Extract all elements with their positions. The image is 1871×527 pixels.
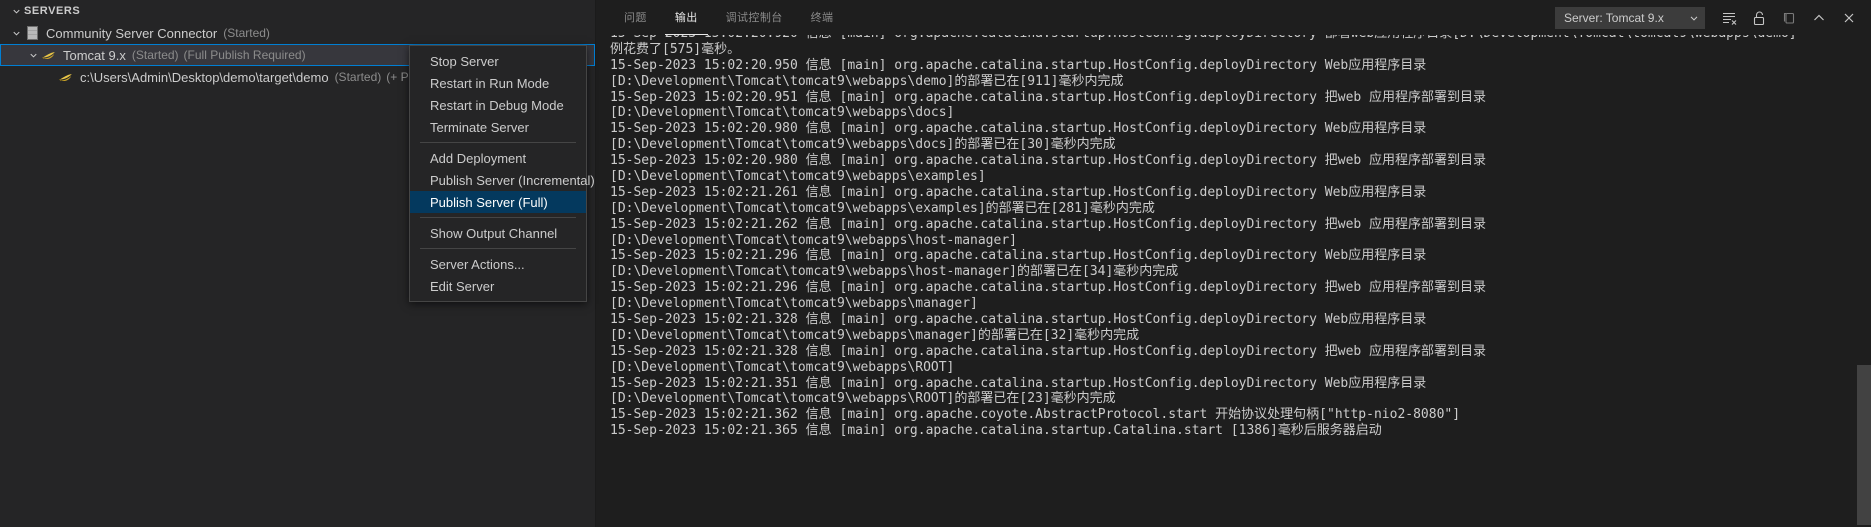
log-line: 15-Sep-2023 15:02:20.980 信息 [main] org.a… bbox=[610, 121, 1427, 137]
tree-row[interactable]: Community Server Connector (Started) bbox=[0, 22, 595, 44]
log-line: [D:\Development\Tomcat\tomcat9\webapps\R… bbox=[610, 391, 1116, 407]
log-line: [D:\Development\Tomcat\tomcat9\webapps\d… bbox=[610, 73, 1124, 89]
bottom-panel: 问题 输出 调试控制台 终端 Server: Tomcat 9.x 例花费了[5… bbox=[596, 0, 1871, 527]
menu-separator bbox=[420, 248, 576, 249]
log-line: 15-Sep-2023 15:02:20.951 信息 [main] org.a… bbox=[610, 89, 1487, 105]
log-line: [D:\Development\Tomcat\tomcat9\webapps\R… bbox=[610, 359, 955, 375]
log-line: [D:\Development\Tomcat\tomcat9\webapps\e… bbox=[610, 169, 986, 185]
tree-row-publish-state: (Full Publish Required) bbox=[183, 48, 306, 62]
log-line: 15-Sep-2023 15:02:21.328 信息 [main] org.a… bbox=[610, 343, 1487, 359]
close-icon[interactable] bbox=[1835, 4, 1863, 32]
output-channel-select[interactable]: Server: Tomcat 9.x bbox=[1555, 6, 1705, 29]
output-log-text: 15-Sep-2023 15:02:20.920 信息 [main] org.a… bbox=[610, 35, 1871, 439]
chevron-down-icon[interactable] bbox=[8, 25, 24, 41]
output-channel-value: Server: Tomcat 9.x bbox=[1564, 10, 1664, 25]
log-line: 15-Sep-2023 15:02:20.950 信息 [main] org.a… bbox=[610, 57, 1427, 73]
log-line: 15-Sep-2023 15:02:21.261 信息 [main] org.a… bbox=[610, 184, 1427, 200]
log-line: 例花费了[575]毫秒。 bbox=[610, 41, 741, 57]
log-line: [D:\Development\Tomcat\tomcat9\webapps\d… bbox=[610, 137, 1116, 153]
tree-row-label: Community Server Connector bbox=[46, 25, 218, 41]
menu-item[interactable]: Terminate Server bbox=[410, 116, 586, 138]
menu-separator bbox=[420, 217, 576, 218]
log-scrollbar[interactable] bbox=[1857, 35, 1871, 527]
menu-item[interactable]: Add Deployment bbox=[410, 147, 586, 169]
log-line: 15-Sep-2023 15:02:20.980 信息 [main] org.a… bbox=[610, 153, 1487, 169]
chevron-down-icon bbox=[1688, 12, 1700, 24]
panel-tab[interactable]: 输出 bbox=[664, 0, 708, 35]
menu-item[interactable]: Server Actions... bbox=[410, 253, 586, 275]
chevron-down-icon bbox=[8, 3, 24, 19]
tree-row-label: Tomcat 9.x bbox=[63, 47, 126, 63]
log-line: 15-Sep-2023 15:02:20.920 信息 [main] org.a… bbox=[610, 35, 1871, 42]
clear-output-icon[interactable] bbox=[1715, 4, 1743, 32]
log-line: 15-Sep-2023 15:02:21.296 信息 [main] org.a… bbox=[610, 280, 1487, 296]
chevron-down-icon[interactable] bbox=[25, 47, 41, 63]
tree-row-status: (Started) bbox=[131, 48, 179, 62]
menu-item[interactable]: Publish Server (Full) bbox=[410, 191, 586, 213]
tree-twisty-placeholder bbox=[42, 69, 58, 85]
menu-item[interactable]: Stop Server bbox=[410, 50, 586, 72]
servers-explorer-panel: SERVERS Community Server Connector (Start… bbox=[0, 0, 596, 527]
menu-item[interactable]: Restart in Debug Mode bbox=[410, 94, 586, 116]
log-line: 15-Sep-2023 15:02:21.262 信息 [main] org.a… bbox=[610, 216, 1487, 232]
panel-actions: Server: Tomcat 9.x bbox=[1555, 0, 1871, 35]
menu-item[interactable]: Edit Server bbox=[410, 275, 586, 297]
panel-tab[interactable]: 终端 bbox=[801, 0, 844, 35]
log-line: 15-Sep-2023 15:02:21.351 信息 [main] org.a… bbox=[610, 375, 1427, 391]
tomcat-icon bbox=[41, 47, 57, 63]
vscode-window: SERVERS Community Server Connector (Start… bbox=[0, 0, 1871, 527]
log-scrollbar-thumb[interactable] bbox=[1857, 365, 1871, 525]
servers-section-header[interactable]: SERVERS bbox=[0, 0, 595, 22]
lock-icon[interactable] bbox=[1745, 4, 1773, 32]
panel-header: 问题 输出 调试控制台 终端 Server: Tomcat 9.x bbox=[596, 0, 1871, 35]
log-line: 15-Sep-2023 15:02:21.365 信息 [main] org.a… bbox=[610, 423, 1382, 439]
menu-item[interactable]: Show Output Channel bbox=[410, 222, 586, 244]
output-log-area[interactable]: 15-Sep-2023 15:02:20.920 信息 [main] org.a… bbox=[596, 35, 1871, 527]
tree-row-label: c:\Users\Admin\Desktop\demo\target\demo bbox=[80, 69, 329, 85]
log-line: [D:\Development\Tomcat\tomcat9\webapps\h… bbox=[610, 264, 1179, 280]
log-line: [D:\Development\Tomcat\tomcat9\webapps\e… bbox=[610, 200, 1155, 216]
log-line: 15-Sep-2023 15:02:21.328 信息 [main] org.a… bbox=[610, 312, 1427, 328]
log-line: 15-Sep-2023 15:02:21.362 信息 [main] org.a… bbox=[610, 407, 1461, 423]
menu-item[interactable]: Restart in Run Mode bbox=[410, 72, 586, 94]
tomcat-icon bbox=[58, 69, 74, 85]
panel-tabs: 问题 输出 调试控制台 终端 bbox=[614, 0, 851, 35]
log-line: 15-Sep-2023 15:02:21.296 信息 [main] org.a… bbox=[610, 248, 1427, 264]
chevron-up-icon[interactable] bbox=[1805, 4, 1833, 32]
server-icon bbox=[24, 25, 40, 41]
log-line: [D:\Development\Tomcat\tomcat9\webapps\m… bbox=[610, 296, 978, 312]
menu-separator bbox=[420, 142, 576, 143]
log-line: [D:\Development\Tomcat\tomcat9\webapps\h… bbox=[610, 232, 1017, 248]
menu-item[interactable]: Publish Server (Incremental) bbox=[410, 169, 595, 191]
servers-section-title: SERVERS bbox=[24, 5, 81, 17]
panel-tab[interactable]: 问题 bbox=[614, 0, 657, 35]
split-panel-icon[interactable] bbox=[1775, 4, 1803, 32]
log-line: [D:\Development\Tomcat\tomcat9\webapps\m… bbox=[610, 327, 1140, 343]
panel-tab[interactable]: 调试控制台 bbox=[716, 0, 793, 35]
tree-row-status: (Started) bbox=[223, 26, 270, 40]
log-line: [D:\Development\Tomcat\tomcat9\webapps\d… bbox=[610, 105, 955, 121]
server-context-menu[interactable]: Stop Server Restart in Run Mode Restart in… bbox=[409, 45, 595, 302]
tree-row-status: (Started) bbox=[334, 70, 382, 84]
